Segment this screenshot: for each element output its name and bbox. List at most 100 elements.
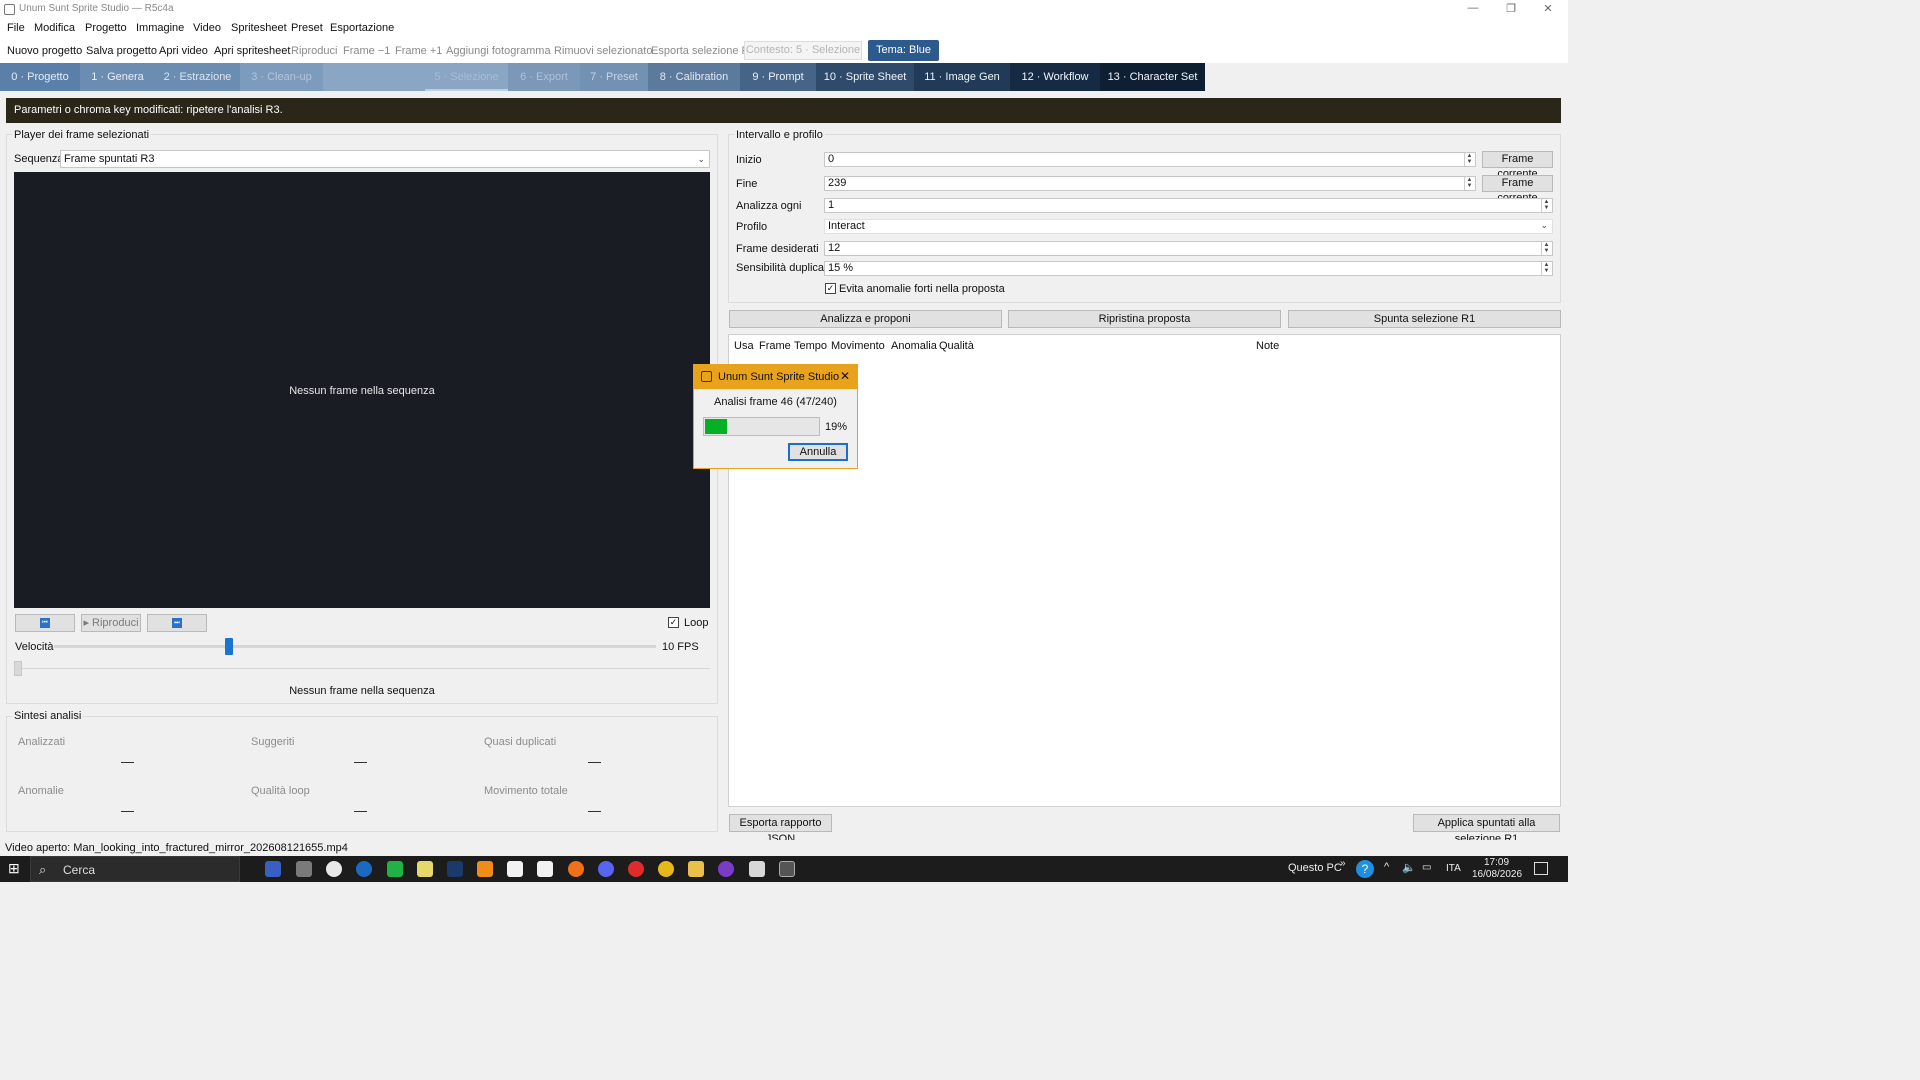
document-icon[interactable] xyxy=(507,861,523,877)
tab-export[interactable]: 6 · Export xyxy=(508,63,580,91)
col-movimento[interactable]: Movimento xyxy=(831,340,885,352)
tab-workflow[interactable]: 12 · Workflow xyxy=(1010,63,1100,91)
menu-modifica[interactable]: Modifica xyxy=(34,22,75,34)
tab-estrazione[interactable]: 2 · Estrazione xyxy=(155,63,240,91)
close-icon[interactable]: ✕ xyxy=(1541,2,1555,16)
new-project-button[interactable]: Nuovo progetto xyxy=(7,45,82,57)
analyze-button[interactable]: Analizza e proponi xyxy=(729,310,1002,328)
clock-time[interactable]: 17:09 xyxy=(1484,857,1509,868)
col-frame[interactable]: Frame xyxy=(759,340,791,352)
frame-slider-handle[interactable] xyxy=(14,661,22,676)
col-anomalia[interactable]: Anomalia xyxy=(891,340,937,352)
steam-icon[interactable] xyxy=(447,861,463,877)
reset-proposal-button[interactable]: Ripristina proposta xyxy=(1008,310,1281,328)
export-selection-button[interactable]: Esporta selezione R1 xyxy=(651,45,756,57)
tab-prompt[interactable]: 9 · Prompt xyxy=(740,63,816,91)
tab-character-set[interactable]: 13 · Character Set xyxy=(1100,63,1205,91)
tab-background[interactable]: 4 · Background xyxy=(323,63,425,91)
tab-image-gen[interactable]: 11 · Image Gen xyxy=(914,63,1010,91)
tab-genera[interactable]: 1 · Genera xyxy=(80,63,155,91)
frame-prev-button[interactable]: Frame −1 xyxy=(343,45,390,57)
spinner-icon[interactable]: ▲ ▼ xyxy=(1464,153,1474,166)
chevron-up-icon[interactable]: ^ xyxy=(1384,861,1389,873)
speed-slider-track[interactable] xyxy=(54,645,656,648)
taskbar-search[interactable]: ⌕ Cerca xyxy=(30,856,240,882)
tab-selezione[interactable]: 5 · Selezione xyxy=(425,63,508,91)
volume-icon[interactable]: 🔈 xyxy=(1402,861,1416,874)
chrome-icon[interactable] xyxy=(658,861,674,877)
app-taskbar-icon[interactable] xyxy=(749,861,765,877)
discord-icon[interactable] xyxy=(598,861,614,877)
col-qualita[interactable]: Qualità xyxy=(939,340,974,352)
tab-progetto[interactable]: 0 · Progetto xyxy=(0,63,80,91)
speed-slider-handle[interactable] xyxy=(225,638,233,655)
tab-calibration[interactable]: 8 · Calibration xyxy=(648,63,740,91)
menu-esportazione[interactable]: Esportazione xyxy=(330,22,394,34)
open-video-button[interactable]: Apri video xyxy=(159,45,208,57)
end-field[interactable]: 239 ▲ ▼ xyxy=(824,176,1476,191)
notifications-icon[interactable] xyxy=(1534,862,1548,875)
menu-spritesheet[interactable]: Spritesheet xyxy=(231,22,287,34)
windows-start-icon[interactable]: ⊞ xyxy=(8,861,23,876)
play-button[interactable]: Riproduci xyxy=(291,45,337,57)
open-spritesheet-button[interactable]: Apri spritesheet xyxy=(214,45,290,57)
spinner-icon[interactable]: ▲ ▼ xyxy=(1541,242,1551,255)
profile-select[interactable]: Interact ⌄ xyxy=(824,219,1553,234)
network-icon[interactable]: ▭ xyxy=(1422,862,1431,873)
tab-sprite-sheet[interactable]: 10 · Sprite Sheet xyxy=(816,63,914,91)
menu-immagine[interactable]: Immagine xyxy=(136,22,184,34)
app-taskbar-icon[interactable] xyxy=(296,861,312,877)
help-icon[interactable]: ? xyxy=(1356,860,1374,878)
cancel-button[interactable]: Annulla xyxy=(788,443,848,461)
app-taskbar-icon[interactable] xyxy=(568,861,584,877)
language-label[interactable]: ITA xyxy=(1446,863,1461,874)
col-usa[interactable]: Usa xyxy=(734,340,754,352)
whatsapp-icon[interactable] xyxy=(387,861,403,877)
vlc-icon[interactable] xyxy=(477,861,493,877)
export-json-button[interactable]: Esporta rapporto JSON xyxy=(729,814,832,845)
col-tempo[interactable]: Tempo xyxy=(794,340,827,352)
remove-selected-button[interactable]: Rimuovi selezionato xyxy=(554,45,652,57)
theme-button[interactable]: Tema: Blue xyxy=(868,40,939,61)
start-current-frame-button[interactable]: Frame corrente xyxy=(1482,151,1553,180)
frame-next-button[interactable]: Frame +1 xyxy=(395,45,442,57)
player-play-button[interactable]: ▸ Riproduci xyxy=(81,614,141,632)
sequence-select[interactable]: Frame spuntati R3 ⌄ xyxy=(60,150,710,168)
start-field[interactable]: 0 ▲ ▼ xyxy=(824,152,1476,167)
document-icon[interactable] xyxy=(537,861,553,877)
dup-field[interactable]: 15 % ▲ ▼ xyxy=(824,261,1553,276)
tab-preset[interactable]: 7 · Preset xyxy=(580,63,648,91)
desired-field[interactable]: 12 ▲ ▼ xyxy=(824,241,1553,256)
menu-preset[interactable]: Preset xyxy=(291,22,323,34)
spinner-icon[interactable]: ▲ ▼ xyxy=(1541,262,1551,275)
check-selection-button[interactable]: Spunta selezione R1 xyxy=(1288,310,1561,328)
app-taskbar-icon[interactable] xyxy=(718,861,734,877)
clock-date[interactable]: 16/08/2026 xyxy=(1472,869,1522,880)
frame-slider-track[interactable] xyxy=(14,668,710,669)
menu-video[interactable]: Video xyxy=(193,22,221,34)
first-frame-button[interactable]: ⏮ xyxy=(15,614,75,632)
restore-icon[interactable]: ❐ xyxy=(1504,2,1518,16)
folder-icon[interactable] xyxy=(688,861,704,877)
loop-checkbox[interactable]: ✓ xyxy=(668,617,679,628)
app-taskbar-icon[interactable] xyxy=(356,861,372,877)
menu-progetto[interactable]: Progetto xyxy=(85,22,127,34)
every-field[interactable]: 1 ▲ ▼ xyxy=(824,198,1553,213)
last-frame-button[interactable]: ⏭ xyxy=(147,614,207,632)
notes-icon[interactable] xyxy=(417,861,433,877)
app-taskbar-icon[interactable] xyxy=(265,861,281,877)
tab-clean-up[interactable]: 3 · Clean-up xyxy=(240,63,323,91)
sprite-studio-icon[interactable] xyxy=(779,861,795,877)
minimize-icon[interactable]: — xyxy=(1466,2,1480,16)
app-taskbar-icon[interactable] xyxy=(628,861,644,877)
apply-selection-button[interactable]: Applica spuntati alla selezione R1 xyxy=(1413,814,1560,845)
app-taskbar-icon[interactable] xyxy=(326,861,342,877)
save-project-button[interactable]: Salva progetto xyxy=(86,45,157,57)
chevron-right-icon[interactable]: » xyxy=(1340,858,1346,869)
col-note[interactable]: Note xyxy=(1256,340,1279,352)
close-icon[interactable]: ✕ xyxy=(840,369,850,383)
menu-file[interactable]: File xyxy=(7,22,25,34)
spinner-icon[interactable]: ▲ ▼ xyxy=(1464,177,1474,190)
add-frame-button[interactable]: Aggiungi fotogramma xyxy=(446,45,551,57)
end-current-frame-button[interactable]: Frame corrente xyxy=(1482,175,1553,204)
